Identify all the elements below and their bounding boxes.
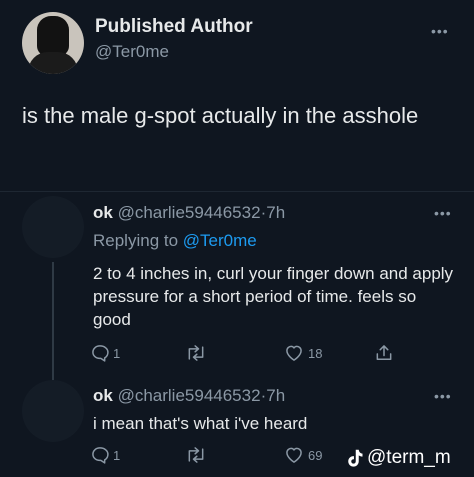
avatar-figure-head <box>37 16 69 56</box>
avatar-figure-body <box>28 52 78 74</box>
retweet-icon <box>188 345 204 361</box>
author-name[interactable]: Published Author <box>95 16 253 38</box>
reply-text: i mean that's what i've heard <box>93 414 308 433</box>
reply-author-name[interactable]: ok <box>93 203 113 222</box>
reply-button[interactable]: 1 <box>90 343 120 363</box>
divider <box>0 191 474 192</box>
like-button[interactable]: 18 <box>283 343 322 363</box>
reply-avatar[interactable] <box>22 196 84 258</box>
like-button[interactable]: 69 <box>283 445 322 465</box>
reply-count: 1 <box>113 447 121 463</box>
reply-author-handle[interactable]: @charlie59446532 <box>118 386 261 405</box>
thread-line <box>52 262 54 380</box>
reply-avatar[interactable] <box>22 380 84 442</box>
comment-icon <box>92 345 109 362</box>
replying-to: Replying to @Ter0me <box>93 231 257 251</box>
reply-author-handle[interactable]: @charlie59446532 <box>118 203 261 222</box>
share-icon <box>376 345 392 360</box>
author-avatar[interactable] <box>22 12 84 74</box>
main-tweet: Published Author @Ter0me ••• is the male… <box>0 0 474 190</box>
tweet-text: is the male g-spot actually in the assho… <box>22 103 419 128</box>
reply-time[interactable]: 7h <box>266 386 285 405</box>
reply-header: ok @charlie59446532·7h <box>93 203 285 223</box>
more-horizontal-icon[interactable]: ••• <box>434 389 452 403</box>
more-horizontal-icon[interactable]: ••• <box>434 206 452 220</box>
reply-actions: 1 18 <box>90 343 400 365</box>
tiktok-icon <box>348 449 363 467</box>
heart-icon <box>286 447 302 463</box>
replying-to-label: Replying to <box>93 231 179 250</box>
retweet-button[interactable] <box>185 343 210 363</box>
reply-header: ok @charlie59446532·7h <box>93 386 285 406</box>
reply-time[interactable]: 7h <box>266 203 285 222</box>
reply-button[interactable]: 1 <box>90 445 120 465</box>
watermark-handle: @term_m <box>367 447 451 468</box>
share-button[interactable] <box>374 343 394 363</box>
reply-count: 1 <box>113 345 121 361</box>
replying-to-mention[interactable]: @Ter0me <box>183 231 257 250</box>
watermark: @term_m <box>346 447 451 469</box>
like-count: 69 <box>308 447 323 463</box>
more-horizontal-icon[interactable]: ••• <box>431 24 449 38</box>
author-handle[interactable]: @Ter0me <box>95 42 169 62</box>
comment-icon <box>92 447 109 464</box>
reply-text: 2 to 4 inches in, curl your finger down … <box>93 264 454 329</box>
like-count: 18 <box>308 345 323 361</box>
reply-author-name[interactable]: ok <box>93 386 113 405</box>
retweet-icon <box>188 447 204 463</box>
retweet-button[interactable] <box>185 445 210 465</box>
heart-icon <box>286 345 302 361</box>
